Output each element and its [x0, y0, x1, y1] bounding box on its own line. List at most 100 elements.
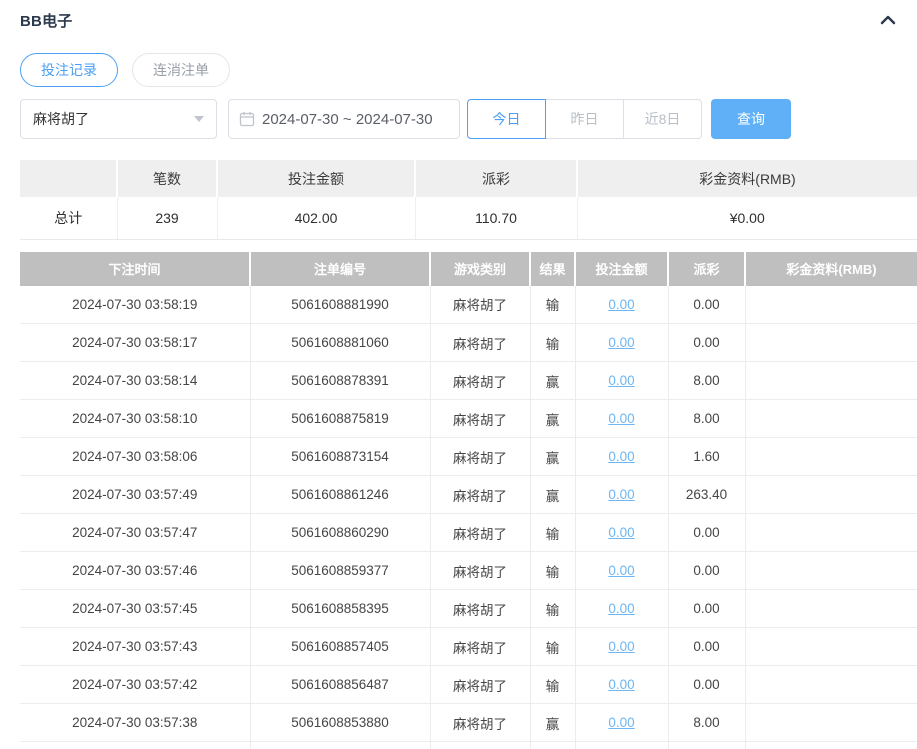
cell-game-type: 麻将胡了: [429, 513, 530, 552]
cell-order-no: 5061608878391: [249, 361, 430, 400]
cell-bet-amount: 0.00: [574, 589, 668, 628]
bet-amount-link[interactable]: 0.00: [608, 449, 634, 464]
table-row: 2024-07-30 03:58:14 5061608878391 麻将胡了 赢…: [20, 361, 917, 400]
cell-order-no: 5061608857405: [249, 627, 430, 666]
chevron-up-icon: [880, 15, 896, 25]
summary-total-count: 239: [116, 197, 217, 240]
yesterday-button[interactable]: 昨日: [545, 99, 624, 139]
cell-payout: 0.00: [667, 589, 745, 628]
records-header-game: 游戏类别: [429, 251, 530, 286]
summary-total-label: 总计: [20, 197, 117, 240]
table-row: 2024-07-30 03:57:47 5061608860290 麻将胡了 输…: [20, 513, 917, 552]
cell-bet-time: 2024-07-30 03:57:46: [20, 551, 250, 590]
summary-total-payout: 110.70: [414, 197, 577, 240]
cell-bet-time: 2024-07-30 03:58:14: [20, 361, 250, 400]
cell-bet-time: 2024-07-30 03:58:19: [20, 285, 250, 324]
cell-bet-time: 2024-07-30 03:58:17: [20, 323, 250, 362]
cell-result: 输: [529, 589, 575, 628]
cell-payout: 0.00: [667, 323, 745, 362]
cell-order-no: 5061608861246: [249, 475, 430, 514]
search-button[interactable]: 查询: [711, 99, 791, 139]
cell-result: 输: [529, 551, 575, 590]
page-title: BB电子: [20, 12, 73, 30]
bet-amount-link[interactable]: 0.00: [608, 639, 634, 654]
records-header-row: 下注时间 注单编号 游戏类别 结果 投注金额 派彩 彩金资料(RMB): [20, 251, 917, 286]
cell-bonus: [744, 513, 917, 552]
cell-bet-amount: 0.00: [574, 323, 668, 362]
cell-bonus: [744, 551, 917, 590]
bet-amount-link[interactable]: 0.00: [608, 411, 634, 426]
bet-amount-link[interactable]: 0.00: [608, 563, 634, 578]
cell-bet-amount: 0.00: [574, 361, 668, 400]
bet-amount-link[interactable]: 0.00: [608, 335, 634, 350]
cell-payout: 0.00: [667, 665, 745, 704]
bet-amount-link[interactable]: 0.00: [608, 677, 634, 692]
cell-bonus: [744, 399, 917, 438]
cell-result: 赢: [529, 475, 575, 514]
cell-result: 输: [529, 665, 575, 704]
records-table: 下注时间 注单编号 游戏类别 结果 投注金额 派彩 彩金资料(RMB) 2024…: [20, 251, 917, 749]
cell-payout: 0.00: [667, 513, 745, 552]
summary-header-count: 笔数: [116, 160, 217, 197]
collapse-panel-button[interactable]: [877, 9, 899, 31]
filter-bar: 麻将胡了 2024-07-30 ~ 2024-07-30 今日 昨日 近8日 查…: [20, 99, 917, 139]
cell-bonus: [744, 589, 917, 628]
record-type-tabs: 投注记录 连消注单: [20, 53, 917, 87]
cell-order-no: 5061608881990: [249, 285, 430, 324]
cell-result: 输: [529, 627, 575, 666]
betting-records-panel: BB电子 投注记录 连消注单 麻将胡了 2024-07-30 ~ 2024-07…: [0, 0, 917, 749]
table-row: 2024-07-30 03:57:49 5061608861246 麻将胡了 赢…: [20, 475, 917, 514]
cell-bet-time: 2024-07-30 03:57:45: [20, 589, 250, 628]
records-header-time: 下注时间: [20, 251, 250, 286]
records-header-order-no: 注单编号: [249, 251, 430, 286]
bet-amount-link[interactable]: 0.00: [608, 601, 634, 616]
cell-game-type: 麻将胡了: [429, 551, 530, 590]
cell-bet-amount: 0.00: [574, 551, 668, 590]
cell-bonus: [744, 703, 917, 742]
summary-table: 笔数 投注金额 派彩 彩金资料(RMB) 总计 239 402.00 110.7…: [20, 160, 917, 240]
last-8-days-button[interactable]: 近8日: [623, 99, 702, 139]
cell-bonus: [744, 361, 917, 400]
summary-header-bet-amount: 投注金额: [216, 160, 415, 197]
game-select[interactable]: 麻将胡了: [20, 99, 217, 139]
summary-total-bonus: ¥0.00: [576, 197, 917, 240]
cell-bet-time: 2024-07-30 03:58:06: [20, 437, 250, 476]
date-range-input[interactable]: 2024-07-30 ~ 2024-07-30: [228, 99, 460, 139]
cell-bonus: [744, 323, 917, 362]
cell-result: 赢: [529, 361, 575, 400]
cell-order-no: 5061608873154: [249, 437, 430, 476]
cell-bonus: [744, 627, 917, 666]
cell-bet-amount: 0.00: [574, 399, 668, 438]
cell-bet-time: 2024-07-30 03:57:42: [20, 665, 250, 704]
cell-game-type: 麻将胡了: [429, 437, 530, 476]
cell-game-type: 麻将胡了: [429, 665, 530, 704]
cell-order-no: 5061608858395: [249, 589, 430, 628]
bet-amount-link[interactable]: 0.00: [608, 297, 634, 312]
bet-amount-link[interactable]: 0.00: [608, 373, 634, 388]
records-table-body: 2024-07-30 03:58:19 5061608881990 麻将胡了 输…: [20, 285, 917, 742]
cell-bet-time: 2024-07-30 03:58:10: [20, 399, 250, 438]
table-row-partial: [20, 741, 917, 749]
cell-bonus: [744, 437, 917, 476]
bet-amount-link[interactable]: 0.00: [608, 487, 634, 502]
cell-game-type: 麻将胡了: [429, 627, 530, 666]
caret-down-icon: [194, 116, 204, 122]
tab-betting-records[interactable]: 投注记录: [20, 53, 118, 87]
table-row: 2024-07-30 03:57:43 5061608857405 麻将胡了 输…: [20, 627, 917, 666]
cell-game-type: 麻将胡了: [429, 399, 530, 438]
cell-order-no: 5061608860290: [249, 513, 430, 552]
cell-result: 赢: [529, 437, 575, 476]
cell-bet-time: 2024-07-30 03:57:47: [20, 513, 250, 552]
cell-order-no: 5061608856487: [249, 665, 430, 704]
bet-amount-link[interactable]: 0.00: [608, 525, 634, 540]
cell-game-type: 麻将胡了: [429, 285, 530, 324]
summary-header-bonus: 彩金资料(RMB): [576, 160, 917, 197]
cell-order-no: 5061608881060: [249, 323, 430, 362]
cell-payout: 1.60: [667, 437, 745, 476]
bet-amount-link[interactable]: 0.00: [608, 715, 634, 730]
cell-bet-amount: 0.00: [574, 627, 668, 666]
today-button[interactable]: 今日: [467, 99, 546, 139]
table-row: 2024-07-30 03:57:42 5061608856487 麻将胡了 输…: [20, 665, 917, 704]
tab-cancelled-orders[interactable]: 连消注单: [132, 53, 230, 87]
cell-payout: 8.00: [667, 703, 745, 742]
